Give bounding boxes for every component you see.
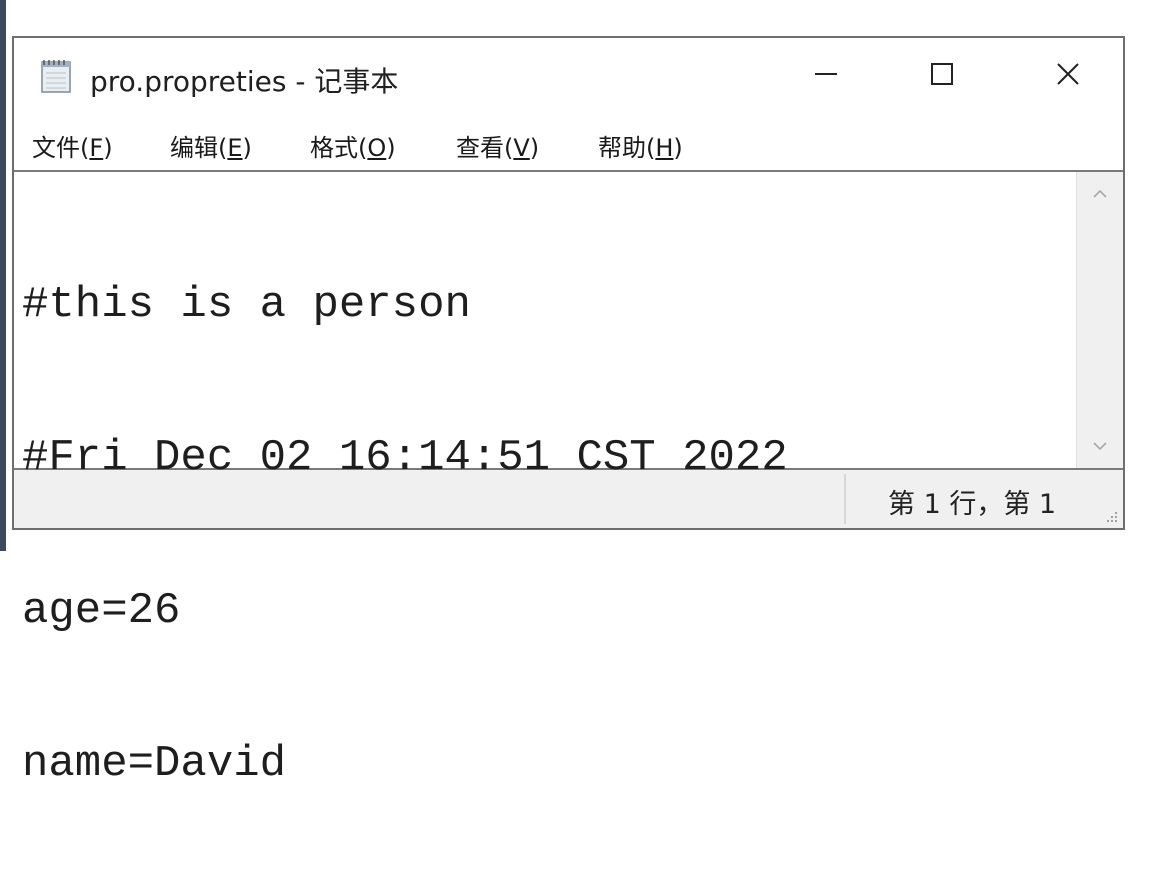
cursor-position: 第 1 行，第 1: [888, 489, 1057, 520]
minimize-icon: [811, 59, 841, 93]
notepad-window: pro.propreties - 记事本 文件(F) 编辑(E) 格式(O) 查…: [12, 36, 1125, 789]
menu-file[interactable]: 文件(F): [32, 128, 113, 163]
close-icon: [1053, 59, 1083, 93]
menu-help[interactable]: 帮助(H): [598, 128, 683, 163]
scroll-up-button[interactable]: [1077, 174, 1123, 214]
menu-bar: 文件(F) 编辑(E) 格式(O) 查看(V) 帮助(H): [14, 122, 1123, 166]
vertical-scrollbar[interactable]: [1076, 172, 1123, 468]
chevron-down-icon: [1091, 437, 1109, 456]
scroll-down-button[interactable]: [1077, 426, 1123, 466]
window-title: pro.propreties - 记事本: [90, 65, 399, 98]
status-bar: 第 1 行，第 1: [14, 470, 1123, 528]
editor-line: age=26: [22, 586, 181, 636]
resize-grip-icon[interactable]: [1101, 506, 1119, 524]
status-divider: [844, 474, 846, 524]
menu-edit[interactable]: 编辑(E): [170, 128, 252, 163]
menu-format[interactable]: 格式(O): [310, 128, 396, 163]
notepad-icon: [38, 58, 76, 94]
desktop-edge: [0, 0, 6, 551]
chevron-up-icon: [1091, 185, 1109, 204]
close-button[interactable]: [1038, 50, 1098, 102]
text-editor[interactable]: #this is a person #Fri Dec 02 16:14:51 C…: [14, 170, 1123, 789]
menu-view[interactable]: 查看(V): [456, 128, 539, 163]
title-bar[interactable]: pro.propreties - 记事本: [14, 38, 1123, 114]
minimize-button[interactable]: [796, 50, 856, 102]
maximize-button[interactable]: [912, 50, 972, 102]
editor-content[interactable]: #this is a person #Fri Dec 02 16:14:51 C…: [22, 178, 1073, 892]
maximize-icon: [927, 59, 957, 93]
editor-line: #this is a person: [22, 280, 471, 330]
editor-line: name=David: [22, 739, 287, 789]
